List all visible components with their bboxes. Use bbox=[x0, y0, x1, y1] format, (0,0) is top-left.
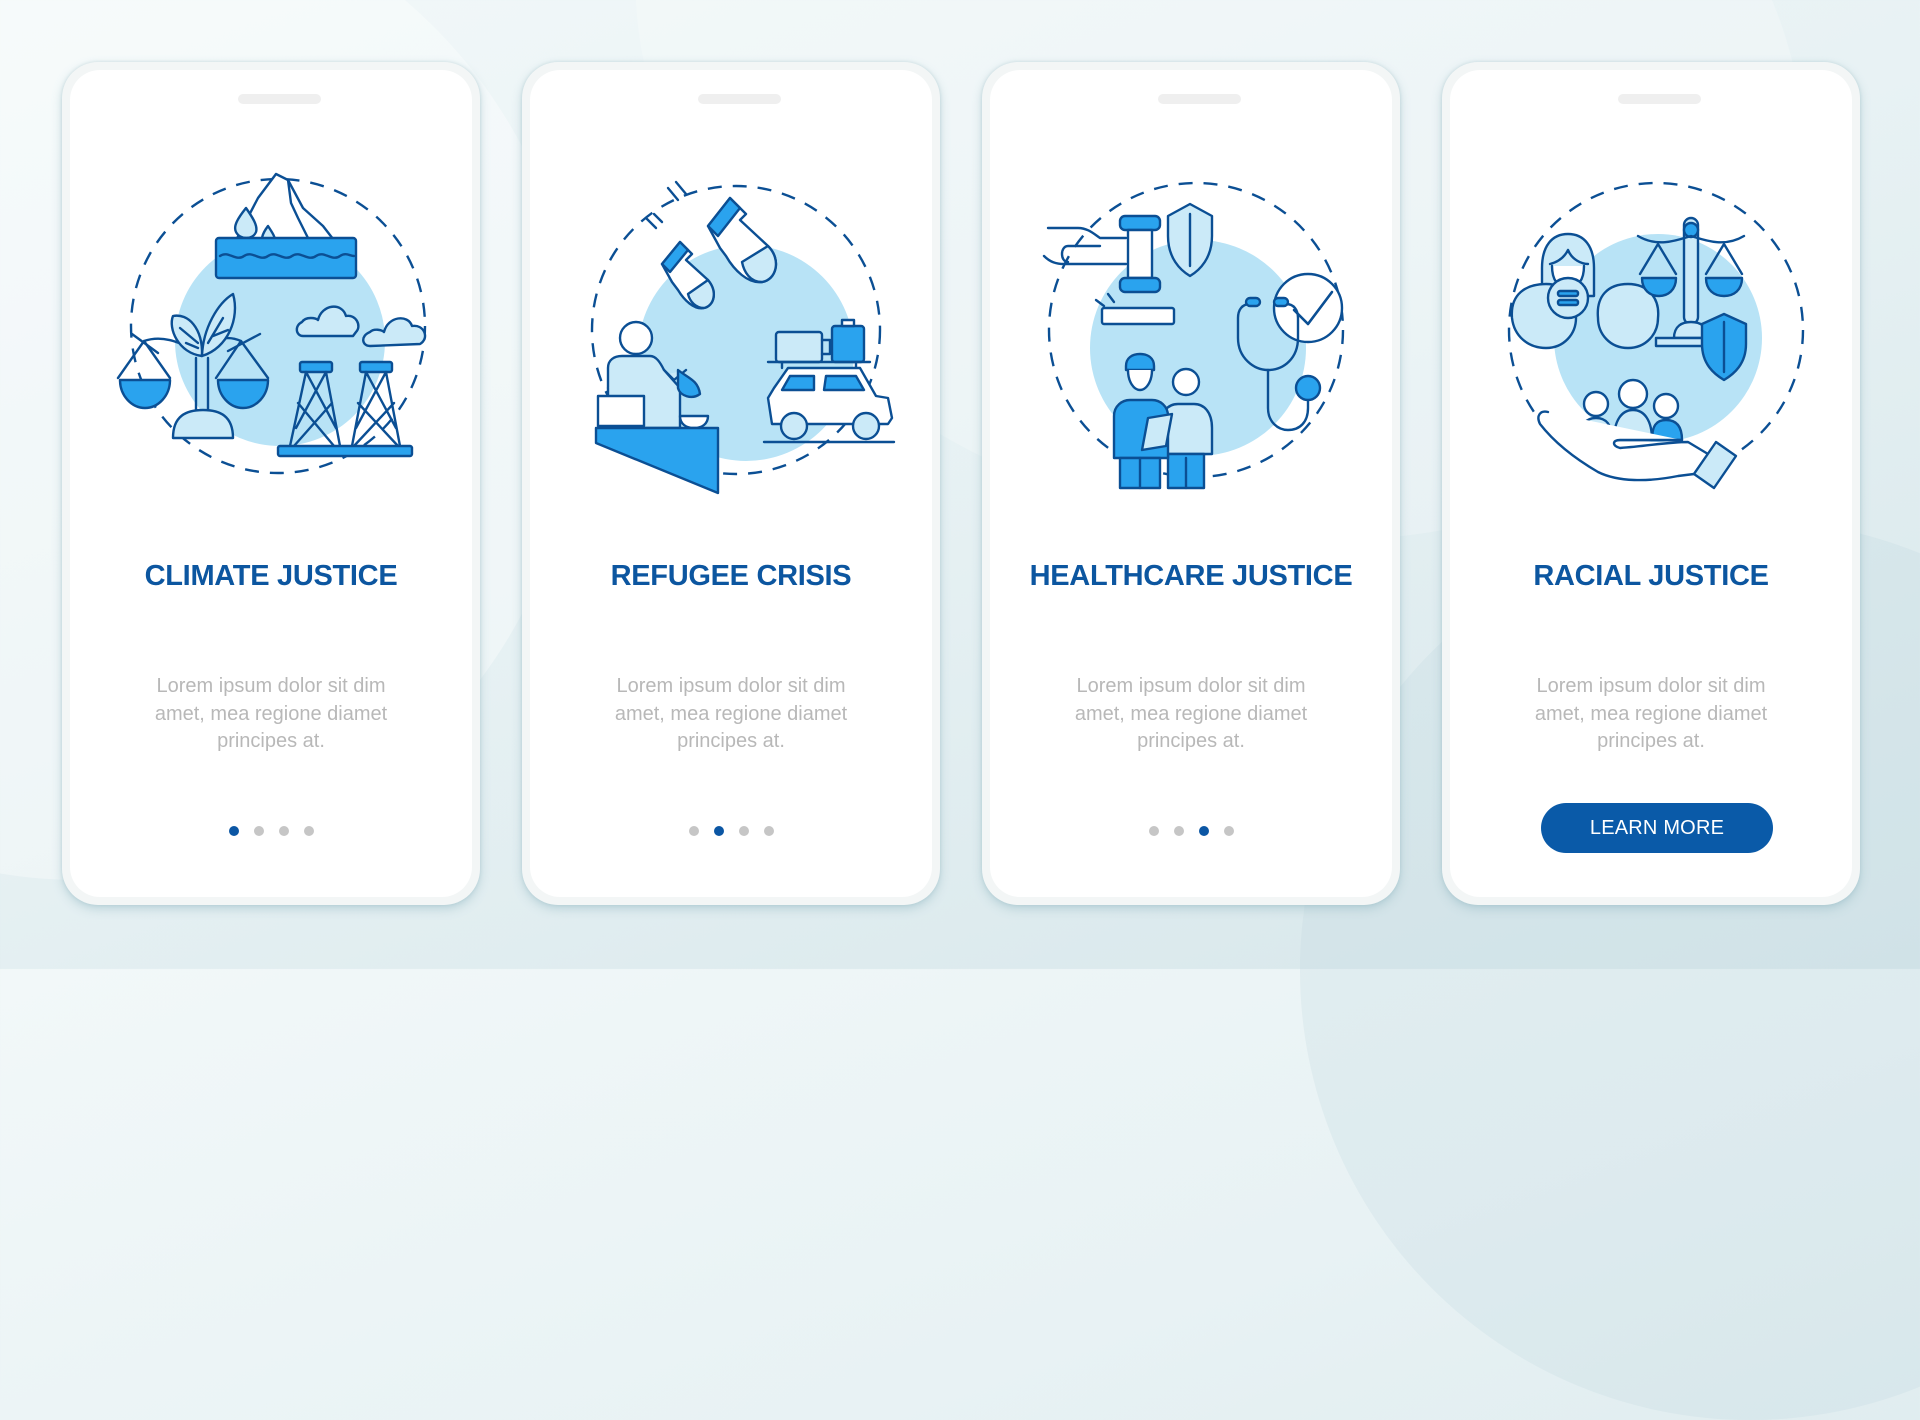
pagination-dots bbox=[530, 826, 932, 836]
screen-description: Lorem ipsum dolor sit dim amet, mea regi… bbox=[154, 675, 388, 752]
pagination-dots bbox=[990, 826, 1392, 836]
page-dot-4[interactable] bbox=[1223, 826, 1234, 836]
onboarding-screen-healthcare-justice: HEALTHCARE JUSTICE Lorem ipsum dolor sit… bbox=[982, 62, 1400, 905]
screen-description: Lorem ipsum dolor sit dim amet, mea regi… bbox=[614, 675, 848, 752]
phone-screen: HEALTHCARE JUSTICE Lorem ipsum dolor sit… bbox=[990, 70, 1392, 897]
page-dot-1[interactable] bbox=[688, 826, 699, 836]
screen-description: Lorem ipsum dolor sit dim amet, mea regi… bbox=[1534, 675, 1768, 752]
phone-speaker bbox=[1618, 94, 1701, 104]
healthcare-justice-illustration bbox=[1042, 181, 1345, 490]
onboarding-screen-racial-justice: RACIAL JUSTICE Lorem ipsum dolor sit dim… bbox=[1442, 62, 1860, 905]
phone-speaker bbox=[698, 94, 781, 104]
climate-justice-illustration bbox=[116, 172, 427, 475]
page-dot-3[interactable] bbox=[278, 826, 289, 836]
phone-screen: RACIAL JUSTICE Lorem ipsum dolor sit dim… bbox=[1450, 70, 1852, 897]
onboarding-screen-refugee-crisis: REFUGEE CRISIS Lorem ipsum dolor sit dim… bbox=[522, 62, 940, 905]
onboarding-screen-climate-justice: CLIMATE JUSTICE Lorem ipsum dolor sit di… bbox=[62, 62, 480, 905]
page-dot-3[interactable] bbox=[738, 826, 749, 836]
screen-title: CLIMATE JUSTICE bbox=[144, 560, 398, 592]
screen-title: REFUGEE CRISIS bbox=[610, 560, 852, 592]
phone-screen: CLIMATE JUSTICE Lorem ipsum dolor sit di… bbox=[70, 70, 472, 897]
screen-title: HEALTHCARE JUSTICE bbox=[1029, 560, 1353, 592]
page-dot-4[interactable] bbox=[763, 826, 774, 836]
phone-speaker bbox=[238, 94, 321, 104]
learn-more-button[interactable]: LEARN MORE bbox=[1541, 803, 1773, 853]
page-dot-2-active[interactable] bbox=[713, 826, 724, 836]
screen-title: RACIAL JUSTICE bbox=[1533, 560, 1769, 592]
phone-speaker bbox=[1158, 94, 1241, 104]
page-dot-2[interactable] bbox=[1173, 826, 1184, 836]
page-dot-1-active[interactable] bbox=[228, 826, 239, 836]
page-dot-4[interactable] bbox=[303, 826, 314, 836]
page-dot-3-active[interactable] bbox=[1198, 826, 1209, 836]
phone-screen: REFUGEE CRISIS Lorem ipsum dolor sit dim… bbox=[530, 70, 932, 897]
pagination-dots bbox=[70, 826, 472, 836]
page-dot-1[interactable] bbox=[1148, 826, 1159, 836]
racial-justice-illustration bbox=[1507, 181, 1805, 490]
refugee-crisis-illustration bbox=[590, 180, 896, 495]
page-dot-2[interactable] bbox=[253, 826, 264, 836]
screen-description: Lorem ipsum dolor sit dim amet, mea regi… bbox=[1074, 675, 1308, 752]
